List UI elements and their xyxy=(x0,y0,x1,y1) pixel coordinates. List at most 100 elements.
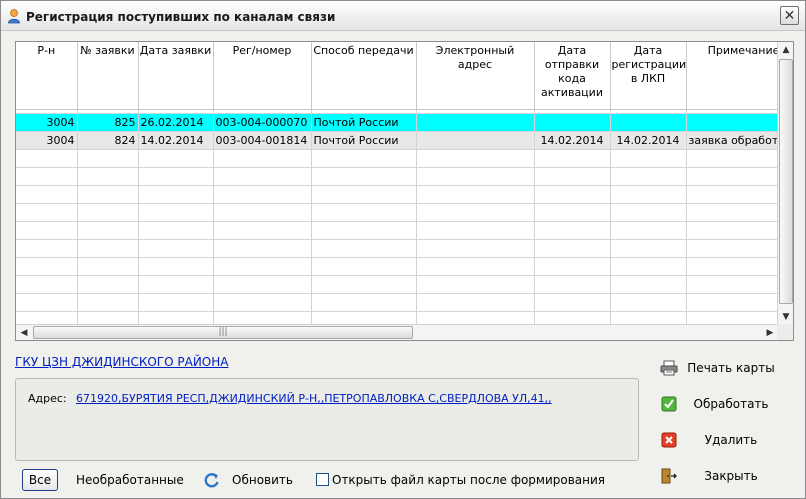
empty-cell xyxy=(77,293,139,312)
empty-cell xyxy=(610,239,687,258)
filter-unprocessed-button[interactable]: Необработанные xyxy=(76,473,184,487)
table-row[interactable]: 3004 825 26.02.2014 003-004-000070 Почто… xyxy=(16,113,778,132)
empty-cell xyxy=(534,239,611,258)
print-card-button[interactable]: Печать карты xyxy=(653,356,783,380)
empty-cell xyxy=(311,239,417,258)
table-row[interactable]: 3004 824 14.02.2014 003-004-001814 Почто… xyxy=(16,131,778,150)
cell-reg-number: 003-004-001814 xyxy=(213,131,312,150)
scroll-down-icon[interactable]: ▼ xyxy=(778,309,793,325)
empty-cell xyxy=(416,185,535,204)
empty-cell xyxy=(213,221,312,240)
column-header[interactable]: Дата регистрации в ЛКП xyxy=(610,42,687,110)
empty-cell xyxy=(138,185,214,204)
refresh-icon[interactable] xyxy=(203,472,221,488)
grid-header-row: Р-н № заявки Дата заявки Рег/номер Спосо… xyxy=(16,42,778,110)
empty-cell xyxy=(610,293,687,312)
empty-cell xyxy=(610,185,687,204)
column-header[interactable]: Дата заявки xyxy=(138,42,214,110)
cell-reg-number: 003-004-000070 xyxy=(213,113,312,132)
empty-cell xyxy=(138,221,214,240)
applications-grid[interactable]: Р-н № заявки Дата заявки Рег/номер Спосо… xyxy=(15,41,794,341)
empty-cell xyxy=(16,167,78,186)
empty-row xyxy=(16,203,778,222)
empty-row xyxy=(16,167,778,186)
empty-cell xyxy=(534,203,611,222)
empty-cell xyxy=(213,275,312,294)
column-header[interactable]: Примечание xyxy=(686,42,778,110)
empty-cell xyxy=(610,149,687,168)
grid-viewport: Р-н № заявки Дата заявки Рег/номер Спосо… xyxy=(16,42,778,325)
empty-cell xyxy=(311,257,417,276)
empty-cell xyxy=(16,257,78,276)
empty-cell xyxy=(311,185,417,204)
process-button[interactable]: Обработать xyxy=(653,392,783,416)
scroll-left-icon[interactable]: ◀ xyxy=(16,325,32,340)
refresh-button[interactable]: Обновить xyxy=(232,473,293,487)
empty-cell xyxy=(534,311,611,325)
empty-cell xyxy=(686,221,778,240)
empty-cell xyxy=(77,239,139,258)
filter-all-button[interactable]: Все xyxy=(22,469,58,491)
empty-cell xyxy=(686,203,778,222)
column-header[interactable]: Дата отправки кода активации xyxy=(534,42,611,110)
empty-cell xyxy=(311,221,417,240)
empty-row xyxy=(16,293,778,312)
cell-application-date: 14.02.2014 xyxy=(138,131,214,150)
empty-cell xyxy=(686,275,778,294)
horizontal-scrollbar[interactable]: ◀ ||| ▶ xyxy=(16,324,778,340)
empty-cell xyxy=(77,311,139,325)
empty-cell xyxy=(16,185,78,204)
empty-cell xyxy=(416,203,535,222)
empty-cell xyxy=(416,275,535,294)
empty-cell xyxy=(534,293,611,312)
empty-cell xyxy=(534,275,611,294)
title-bar[interactable]: Регистрация поступивших по каналам связи… xyxy=(1,1,805,31)
open-file-checkbox[interactable] xyxy=(316,473,329,486)
empty-cell xyxy=(138,293,214,312)
empty-cell xyxy=(416,239,535,258)
delete-button[interactable]: Удалить xyxy=(653,428,783,452)
empty-cell xyxy=(213,149,312,168)
empty-cell xyxy=(311,167,417,186)
empty-cell xyxy=(213,293,312,312)
empty-cell xyxy=(311,149,417,168)
registration-window: Регистрация поступивших по каналам связи… xyxy=(0,0,806,499)
column-header[interactable]: Способ передачи xyxy=(311,42,417,110)
grid-body: 3004 825 26.02.2014 003-004-000070 Почто… xyxy=(16,109,778,325)
horizontal-scroll-thumb[interactable]: ||| xyxy=(33,326,413,339)
column-header[interactable]: № заявки xyxy=(77,42,139,110)
scroll-up-icon[interactable]: ▲ xyxy=(778,42,793,58)
column-header[interactable]: Р-н xyxy=(16,42,78,110)
empty-cell xyxy=(311,311,417,325)
empty-cell xyxy=(138,203,214,222)
open-file-label[interactable]: Открыть файл карты после формирования xyxy=(332,473,605,487)
cell-application-number: 825 xyxy=(77,113,139,132)
empty-cell xyxy=(138,239,214,258)
empty-cell xyxy=(686,185,778,204)
delete-icon xyxy=(659,432,679,448)
empty-cell xyxy=(77,203,139,222)
empty-cell xyxy=(416,221,535,240)
scroll-right-icon[interactable]: ▶ xyxy=(762,325,778,340)
cell-transfer-method: Почтой России xyxy=(311,113,417,132)
empty-cell xyxy=(213,239,312,258)
cell-email xyxy=(416,113,535,132)
empty-cell xyxy=(416,257,535,276)
column-header[interactable]: Рег/номер xyxy=(213,42,312,110)
column-header[interactable]: Электронный адрес xyxy=(416,42,535,110)
cell-code-sent-date: 14.02.2014 xyxy=(534,131,611,150)
empty-cell xyxy=(534,221,611,240)
empty-cell xyxy=(534,185,611,204)
empty-cell xyxy=(138,311,214,325)
empty-cell xyxy=(213,257,312,276)
empty-cell xyxy=(138,149,214,168)
organization-link[interactable]: ГКУ ЦЗН ДЖИДИНСКОГО РАЙОНА xyxy=(15,355,229,369)
vertical-scrollbar[interactable]: ▲ ▼ xyxy=(777,42,793,325)
vertical-scroll-thumb[interactable] xyxy=(779,59,793,304)
empty-cell xyxy=(311,293,417,312)
address-link[interactable]: 671920,БУРЯТИЯ РЕСП,ДЖИДИНСКИЙ Р-Н,,ПЕТР… xyxy=(76,392,552,405)
close-window-button[interactable]: ✕ xyxy=(780,6,799,25)
applications-table: Р-н № заявки Дата заявки Рег/номер Спосо… xyxy=(16,42,778,325)
empty-cell xyxy=(77,221,139,240)
checkmark-icon xyxy=(659,396,679,412)
